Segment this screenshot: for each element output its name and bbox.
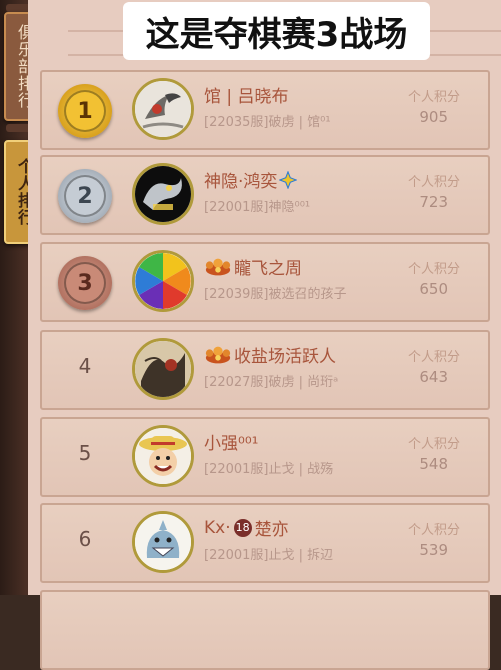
avatar-straw-hat-icon <box>135 428 191 484</box>
silver-medal-icon: 2 <box>58 169 112 223</box>
player-server-info: [22001服]止戈 | 拆辺 <box>204 548 334 563</box>
player-server-info: [22001服]神隐⁰⁰¹ <box>204 200 311 215</box>
age-badge-icon: 18 <box>233 518 252 537</box>
player-name-wrap: 矓飞之周 <box>204 254 302 279</box>
ranking-row[interactable]: 1 馆 | 吕晓布 [22035服]破虏 | 馆⁰¹ 个人积分 905 <box>40 70 490 150</box>
player-name-wrap: 神隐·鸿奕 <box>204 167 298 192</box>
avatar[interactable] <box>132 163 194 225</box>
avatar[interactable] <box>132 338 194 400</box>
score-label: 个人积分 <box>407 262 460 277</box>
ranking-row[interactable] <box>40 590 490 670</box>
rank-number: 4 <box>78 354 92 378</box>
player-name-prefix: Kx· <box>204 517 231 538</box>
score-value: 723 <box>419 193 448 211</box>
overlay-title: 这是夺棋赛3战场 <box>123 2 430 60</box>
player-name: 馆 | 吕晓布 <box>204 87 289 107</box>
avatar[interactable] <box>132 250 194 312</box>
score-label: 个人积分 <box>407 350 460 365</box>
score-label: 个人积分 <box>407 437 460 452</box>
player-name-wrap: 收盐场活跃人 <box>204 342 336 367</box>
player-server-info: [22027服]破虏 | 尚珩ᵃ <box>204 375 339 390</box>
ranking-row[interactable]: 2 神隐·鸿奕 [22001服]神隐⁰⁰¹ 个人积分 723 <box>40 155 490 235</box>
player-name: 楚亦 <box>254 520 289 540</box>
avatar-cartoon-shark-icon <box>135 514 191 570</box>
player-server-info: [22035服]破虏 | 馆⁰¹ <box>204 115 331 130</box>
score-label: 个人积分 <box>407 90 460 105</box>
avatar[interactable] <box>132 511 194 573</box>
rank-number: 6 <box>78 527 92 551</box>
medal-rank: 1 <box>64 90 106 132</box>
bronze-medal-icon: 3 <box>58 256 112 310</box>
ranking-row[interactable]: 5 小强⁰⁰¹ [22001服]止戈 | 战殇 个人积分 548 <box>40 417 490 497</box>
avatar-crane-icon <box>135 81 191 137</box>
player-name: 神隐·鸿奕 <box>204 172 278 192</box>
gold-medal-icon: 1 <box>58 84 112 138</box>
player-name: 矓飞之周 <box>234 259 302 279</box>
crown-badge-icon <box>205 258 231 275</box>
ranking-row[interactable]: 4 收盐场活跃人 [22027服]破虏 | 尚珩ᵃ 个人积分 643 <box>40 330 490 410</box>
player-server-info: [22039服]被选召的孩子 <box>204 287 347 302</box>
avatar-ink-painting-icon <box>135 341 191 397</box>
avatar[interactable] <box>132 78 194 140</box>
medal-rank: 3 <box>64 262 106 304</box>
score-value: 650 <box>419 280 448 298</box>
player-server-info: [22001服]止戈 | 战殇 <box>204 462 334 477</box>
crown-badge-icon <box>205 346 231 363</box>
score-label: 个人积分 <box>407 523 460 538</box>
avatar-color-wheel-icon <box>135 253 191 309</box>
player-name-wrap: Kx· 18 楚亦 <box>204 515 289 541</box>
sparkle-icon <box>279 170 298 189</box>
player-name: 小强⁰⁰¹ <box>204 434 259 454</box>
score-value: 548 <box>419 455 448 473</box>
rank-number: 5 <box>78 441 92 465</box>
score-value: 643 <box>419 368 448 386</box>
score-value: 905 <box>419 108 448 126</box>
medal-rank: 2 <box>64 175 106 217</box>
ranking-row[interactable]: 3 矓飞之周 [22039服]被选召的孩子 个人积分 650 <box>40 242 490 322</box>
ranking-row[interactable]: 6 Kx· 18 楚亦 [22001服]止戈 | 拆辺 个人积分 539 <box>40 503 490 583</box>
score-value: 539 <box>419 541 448 559</box>
avatar[interactable] <box>132 425 194 487</box>
player-name: 收盐场活跃人 <box>234 347 336 367</box>
avatar-dragon-icon <box>135 166 191 222</box>
score-label: 个人积分 <box>407 175 460 190</box>
